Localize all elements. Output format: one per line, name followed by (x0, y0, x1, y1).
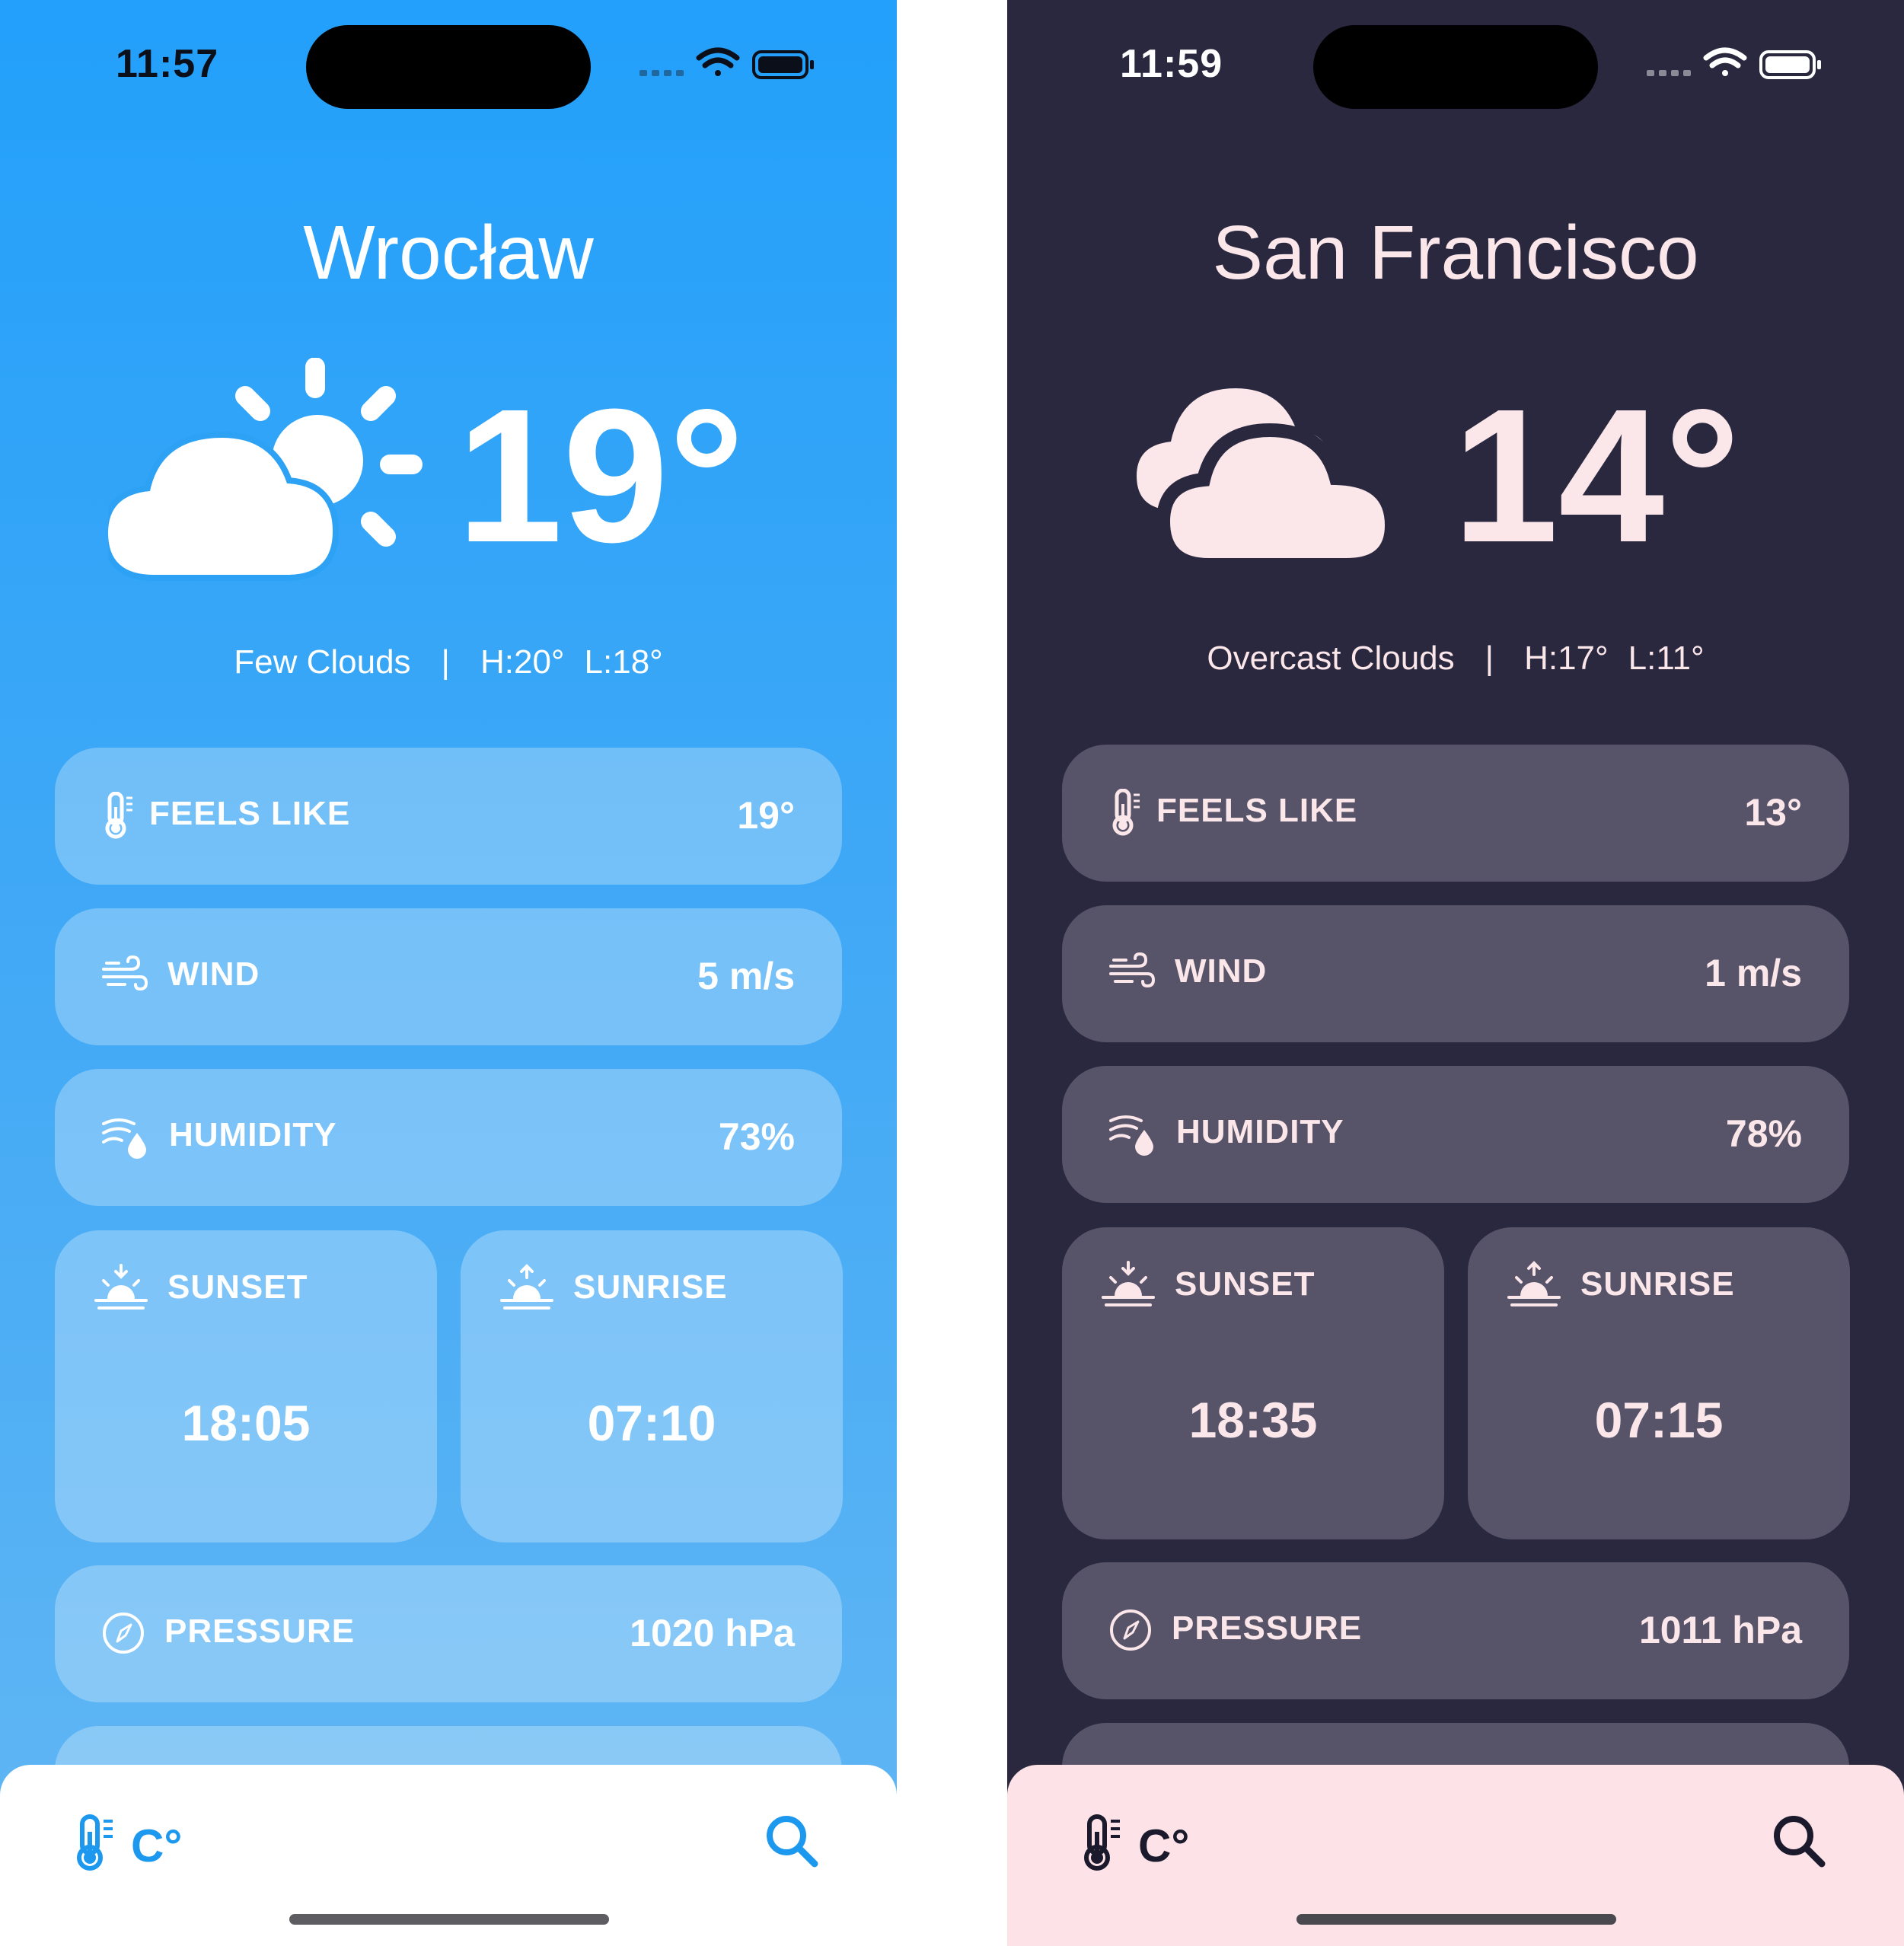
status-time: 11:57 (116, 42, 219, 86)
gauge-icon (1110, 1609, 1151, 1651)
wind-value: 1 m/s (1705, 952, 1802, 994)
low-temp: L:18° (584, 643, 663, 681)
sunrise-time: 07:10 (587, 1395, 716, 1451)
pressure-value: 1020 hPa (630, 1612, 795, 1654)
pressure-label: PRESSURE (1172, 1609, 1363, 1647)
summary-separator: | (1485, 640, 1494, 677)
humidity-label: HUMIDITY (1176, 1113, 1344, 1150)
high-temp: H:20° (480, 643, 565, 681)
humidity-card: HUMIDITY 78% (1062, 1066, 1849, 1203)
feels-like-label: FEELS LIKE (149, 795, 351, 832)
city-name: Wrocław (303, 210, 594, 295)
cellular-signal-icon (639, 70, 684, 76)
low-temp: L:11° (1628, 640, 1705, 677)
summary-separator: | (441, 643, 450, 681)
dynamic-island (306, 25, 591, 109)
humidity-value: 73% (718, 1115, 795, 1158)
city-name: San Francisco (1212, 210, 1699, 295)
sunset-label: SUNSET (1175, 1265, 1316, 1303)
wind-value: 5 m/s (697, 955, 795, 997)
high-temp: H:17° (1524, 640, 1609, 677)
cellular-signal-icon (1647, 70, 1691, 76)
pressure-label: PRESSURE (164, 1613, 356, 1650)
status-icons (1647, 47, 1821, 79)
unit-toggle-button[interactable]: C° (1083, 1812, 1205, 1873)
unit-label: C° (1138, 1820, 1190, 1871)
sunset-time: 18:05 (181, 1395, 311, 1451)
wind-card: WIND 1 m/s (1062, 905, 1849, 1042)
sunrise-card: SUNRISE 07:15 (1468, 1227, 1850, 1539)
sunrise-icon (500, 1264, 553, 1310)
search-icon[interactable] (1772, 1814, 1826, 1868)
thermometer-icon (1112, 789, 1140, 836)
pressure-card: PRESSURE 1020 hPa (55, 1565, 842, 1702)
sunrise-card: SUNRISE 07:10 (461, 1230, 843, 1542)
condition-text: Overcast Clouds (1207, 640, 1455, 677)
current-temperature: 14° (1453, 369, 1741, 582)
condition-text: Few Clouds (234, 643, 411, 681)
unit-toggle-button[interactable]: C° (76, 1812, 198, 1873)
search-icon[interactable] (764, 1814, 819, 1868)
cloud-sun-icon (108, 358, 423, 581)
wifi-icon (696, 47, 740, 76)
phone-screen-light: 11:57 Wrocław 19° Few Clouds | H:20° L:1… (0, 0, 897, 1946)
pressure-card: PRESSURE 1011 hPa (1062, 1562, 1849, 1699)
feels-like-card: FEELS LIKE 13° (1062, 745, 1849, 882)
wind-label: WIND (167, 955, 260, 993)
gauge-icon (103, 1613, 144, 1654)
wind-icon (102, 955, 148, 991)
wind-icon (1109, 952, 1156, 988)
unit-label: C° (131, 1820, 183, 1871)
bottom-toolbar: C° (0, 1765, 897, 1946)
home-indicator[interactable] (289, 1914, 609, 1925)
clouds-icon (1137, 388, 1399, 571)
current-temperature: 19° (457, 369, 745, 582)
humidity-label: HUMIDITY (169, 1116, 337, 1153)
feels-like-value: 13° (1744, 791, 1802, 834)
humidity-value: 78% (1725, 1112, 1802, 1155)
wind-card: WIND 5 m/s (55, 908, 842, 1045)
feels-like-card: FEELS LIKE 19° (55, 748, 842, 885)
sunset-label: SUNSET (167, 1268, 308, 1306)
humidity-card: HUMIDITY 73% (55, 1069, 842, 1206)
weather-summary: Overcast Clouds | H:17° L:11° (1007, 640, 1904, 678)
sunset-time: 18:35 (1188, 1392, 1318, 1448)
home-indicator[interactable] (1296, 1914, 1616, 1925)
sunrise-icon (1507, 1261, 1561, 1306)
status-icons (639, 47, 814, 79)
sunset-icon (94, 1264, 148, 1310)
weather-summary: Few Clouds | H:20° L:18° (0, 643, 897, 681)
sunrise-label: SUNRISE (1580, 1265, 1735, 1303)
humidity-icon (1109, 1115, 1153, 1156)
thermometer-icon (105, 792, 132, 839)
sunset-icon (1102, 1261, 1155, 1306)
thermometer-icon (77, 1814, 113, 1871)
wifi-icon (1703, 47, 1747, 76)
sunset-card: SUNSET 18:05 (55, 1230, 437, 1542)
battery-icon (752, 50, 814, 79)
wind-label: WIND (1175, 952, 1268, 990)
dynamic-island (1313, 25, 1598, 109)
pressure-value: 1011 hPa (1638, 1609, 1802, 1651)
sunrise-label: SUNRISE (573, 1268, 728, 1306)
battery-icon (1759, 50, 1821, 79)
sunrise-time: 07:15 (1594, 1392, 1724, 1448)
thermometer-icon (1084, 1814, 1120, 1871)
feels-like-value: 19° (737, 794, 795, 837)
humidity-icon (102, 1118, 146, 1159)
phone-screen-dark: 11:59 San Francisco 14° Overcast Clouds |… (1007, 0, 1904, 1946)
feels-like-label: FEELS LIKE (1156, 792, 1358, 829)
bottom-toolbar: C° (1007, 1765, 1904, 1946)
status-time: 11:59 (1120, 42, 1223, 86)
sunset-card: SUNSET 18:35 (1062, 1227, 1444, 1539)
